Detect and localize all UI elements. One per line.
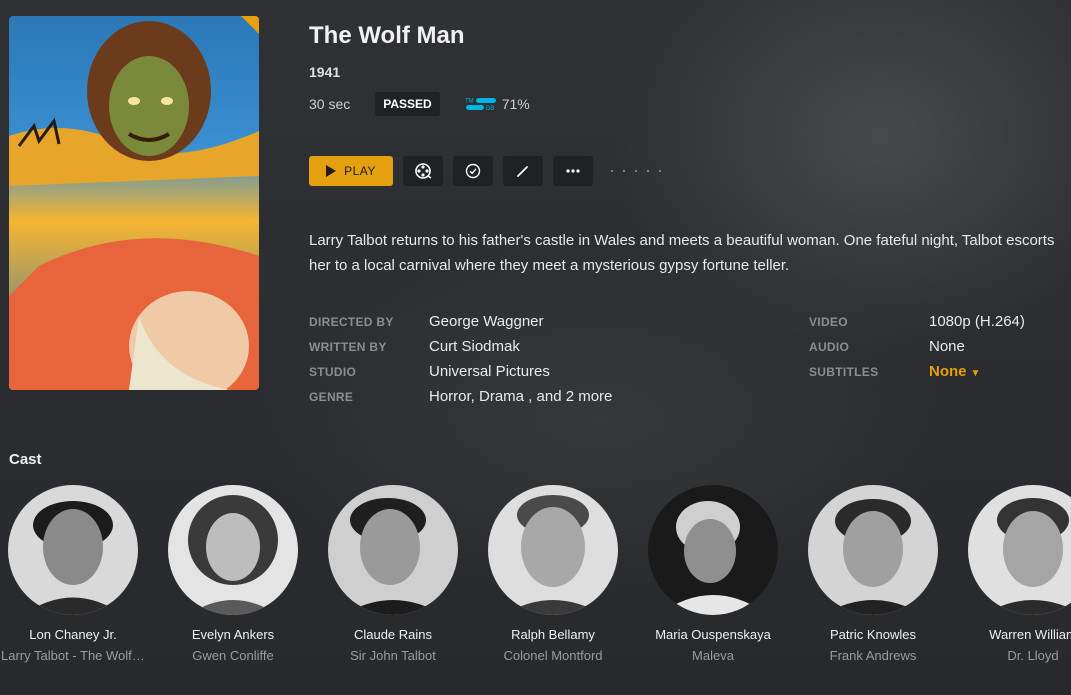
detail-label: DIRECTED BY xyxy=(309,314,394,329)
media-details: VIDEO 1080p (H.264) AUDIO None SUBTITLES… xyxy=(809,309,1025,384)
mark-watched-button[interactable] xyxy=(453,156,493,186)
subtitles-value: None xyxy=(929,363,967,380)
cast-name: Claude Rains xyxy=(353,627,433,642)
avatar xyxy=(8,485,138,615)
avatar xyxy=(168,485,298,615)
video-value: 1080p (H.264) xyxy=(929,313,1025,330)
more-options-button[interactable] xyxy=(553,156,593,186)
cast-name: Maria Ouspenskaya xyxy=(655,627,771,642)
cast-member[interactable]: Warren William Dr. Lloyd xyxy=(953,485,1071,663)
film-reel-icon xyxy=(415,163,432,179)
cast-member[interactable]: Maria Ouspenskaya Maleva xyxy=(633,485,793,663)
check-circle-icon xyxy=(465,163,481,179)
cast-name: Warren William xyxy=(989,627,1071,642)
detail-label: VIDEO xyxy=(809,314,848,329)
cast-member[interactable]: Ralph Bellamy Colonel Montford xyxy=(473,485,633,663)
avatar xyxy=(808,485,938,615)
cast-member[interactable]: Lon Chaney Jr. Larry Talbot - The Wolf M… xyxy=(0,485,153,663)
cast-role: Dr. Lloyd xyxy=(1007,648,1059,663)
tmdb-logo-icon: TM DB xyxy=(465,98,496,112)
credits-details: DIRECTED BY George Waggner WRITTEN BY Cu… xyxy=(309,309,612,409)
play-button[interactable]: PLAY xyxy=(309,156,393,186)
play-icon xyxy=(326,165,337,177)
writer-value[interactable]: Curt Siodmak xyxy=(429,338,520,355)
genre-value[interactable]: Horror, Drama , and 2 more xyxy=(429,388,612,405)
detail-row-studio: STUDIO Universal Pictures xyxy=(309,359,612,384)
detail-label: WRITTEN BY xyxy=(309,339,387,354)
pencil-icon xyxy=(517,166,528,177)
cast-name: Patric Knowles xyxy=(830,627,916,642)
content-rating-badge: PASSED xyxy=(375,92,440,116)
audio-value: None xyxy=(929,338,965,355)
detail-label: GENRE xyxy=(309,389,354,404)
loading-dots xyxy=(611,170,661,172)
avatar xyxy=(328,485,458,615)
movie-title: The Wolf Man xyxy=(309,22,465,49)
cast-role: Larry Talbot - The Wolf Man xyxy=(1,648,153,663)
cast-name: Evelyn Ankers xyxy=(191,627,275,642)
cast-role: Sir John Talbot xyxy=(350,648,436,663)
movie-year: 1941 xyxy=(309,64,341,80)
detail-row-video: VIDEO 1080p (H.264) xyxy=(809,309,1025,334)
detail-row-subtitles: SUBTITLES None ▼ xyxy=(809,359,1025,384)
avatar xyxy=(488,485,618,615)
trailer-button[interactable] xyxy=(403,156,443,186)
detail-row-audio: AUDIO None xyxy=(809,334,1025,359)
cast-name: Lon Chaney Jr. xyxy=(29,627,117,642)
caret-down-icon: ▼ xyxy=(970,368,981,379)
action-bar: PLAY xyxy=(309,156,661,186)
detail-row-genre: GENRE Horror, Drama , and 2 more xyxy=(309,384,612,409)
more-icon xyxy=(566,169,580,173)
movie-summary: Larry Talbot returns to his father's cas… xyxy=(309,232,1055,274)
movie-poster[interactable] xyxy=(9,16,259,390)
studio-value[interactable]: Universal Pictures xyxy=(429,363,550,380)
detail-label: STUDIO xyxy=(309,364,357,379)
avatar xyxy=(968,485,1071,615)
svg-text:TM: TM xyxy=(465,99,474,105)
svg-text:DB: DB xyxy=(486,106,494,112)
detail-label: SUBTITLES xyxy=(809,364,879,379)
cast-member[interactable]: Evelyn Ankers Gwen Conliffe xyxy=(153,485,313,663)
cast-member[interactable]: Claude Rains Sir John Talbot xyxy=(313,485,473,663)
subtitles-dropdown[interactable]: None ▼ xyxy=(929,363,980,380)
play-button-label: PLAY xyxy=(344,164,376,178)
cast-member[interactable]: Patric Knowles Frank Andrews xyxy=(793,485,953,663)
edit-button[interactable] xyxy=(503,156,543,186)
movie-duration: 30 sec xyxy=(309,96,351,112)
cast-heading: Cast xyxy=(9,451,42,468)
tmdb-score: 71% xyxy=(501,96,530,112)
movie-meta: 30 sec PASSED TM DB 71% xyxy=(309,92,530,116)
cast-role: Maleva xyxy=(692,648,734,663)
detail-row-director: DIRECTED BY George Waggner xyxy=(309,309,612,334)
cast-role: Colonel Montford xyxy=(503,648,603,663)
cast-role: Gwen Conliffe xyxy=(192,648,274,663)
poster-corner-flag xyxy=(241,16,259,34)
detail-row-writer: WRITTEN BY Curt Siodmak xyxy=(309,334,612,359)
cast-role: Frank Andrews xyxy=(829,648,917,663)
cast-name: Ralph Bellamy xyxy=(511,627,595,642)
tmdb-rating: TM DB 71% xyxy=(464,96,530,112)
avatar xyxy=(648,485,778,615)
director-value[interactable]: George Waggner xyxy=(429,313,544,330)
detail-label: AUDIO xyxy=(809,339,850,354)
